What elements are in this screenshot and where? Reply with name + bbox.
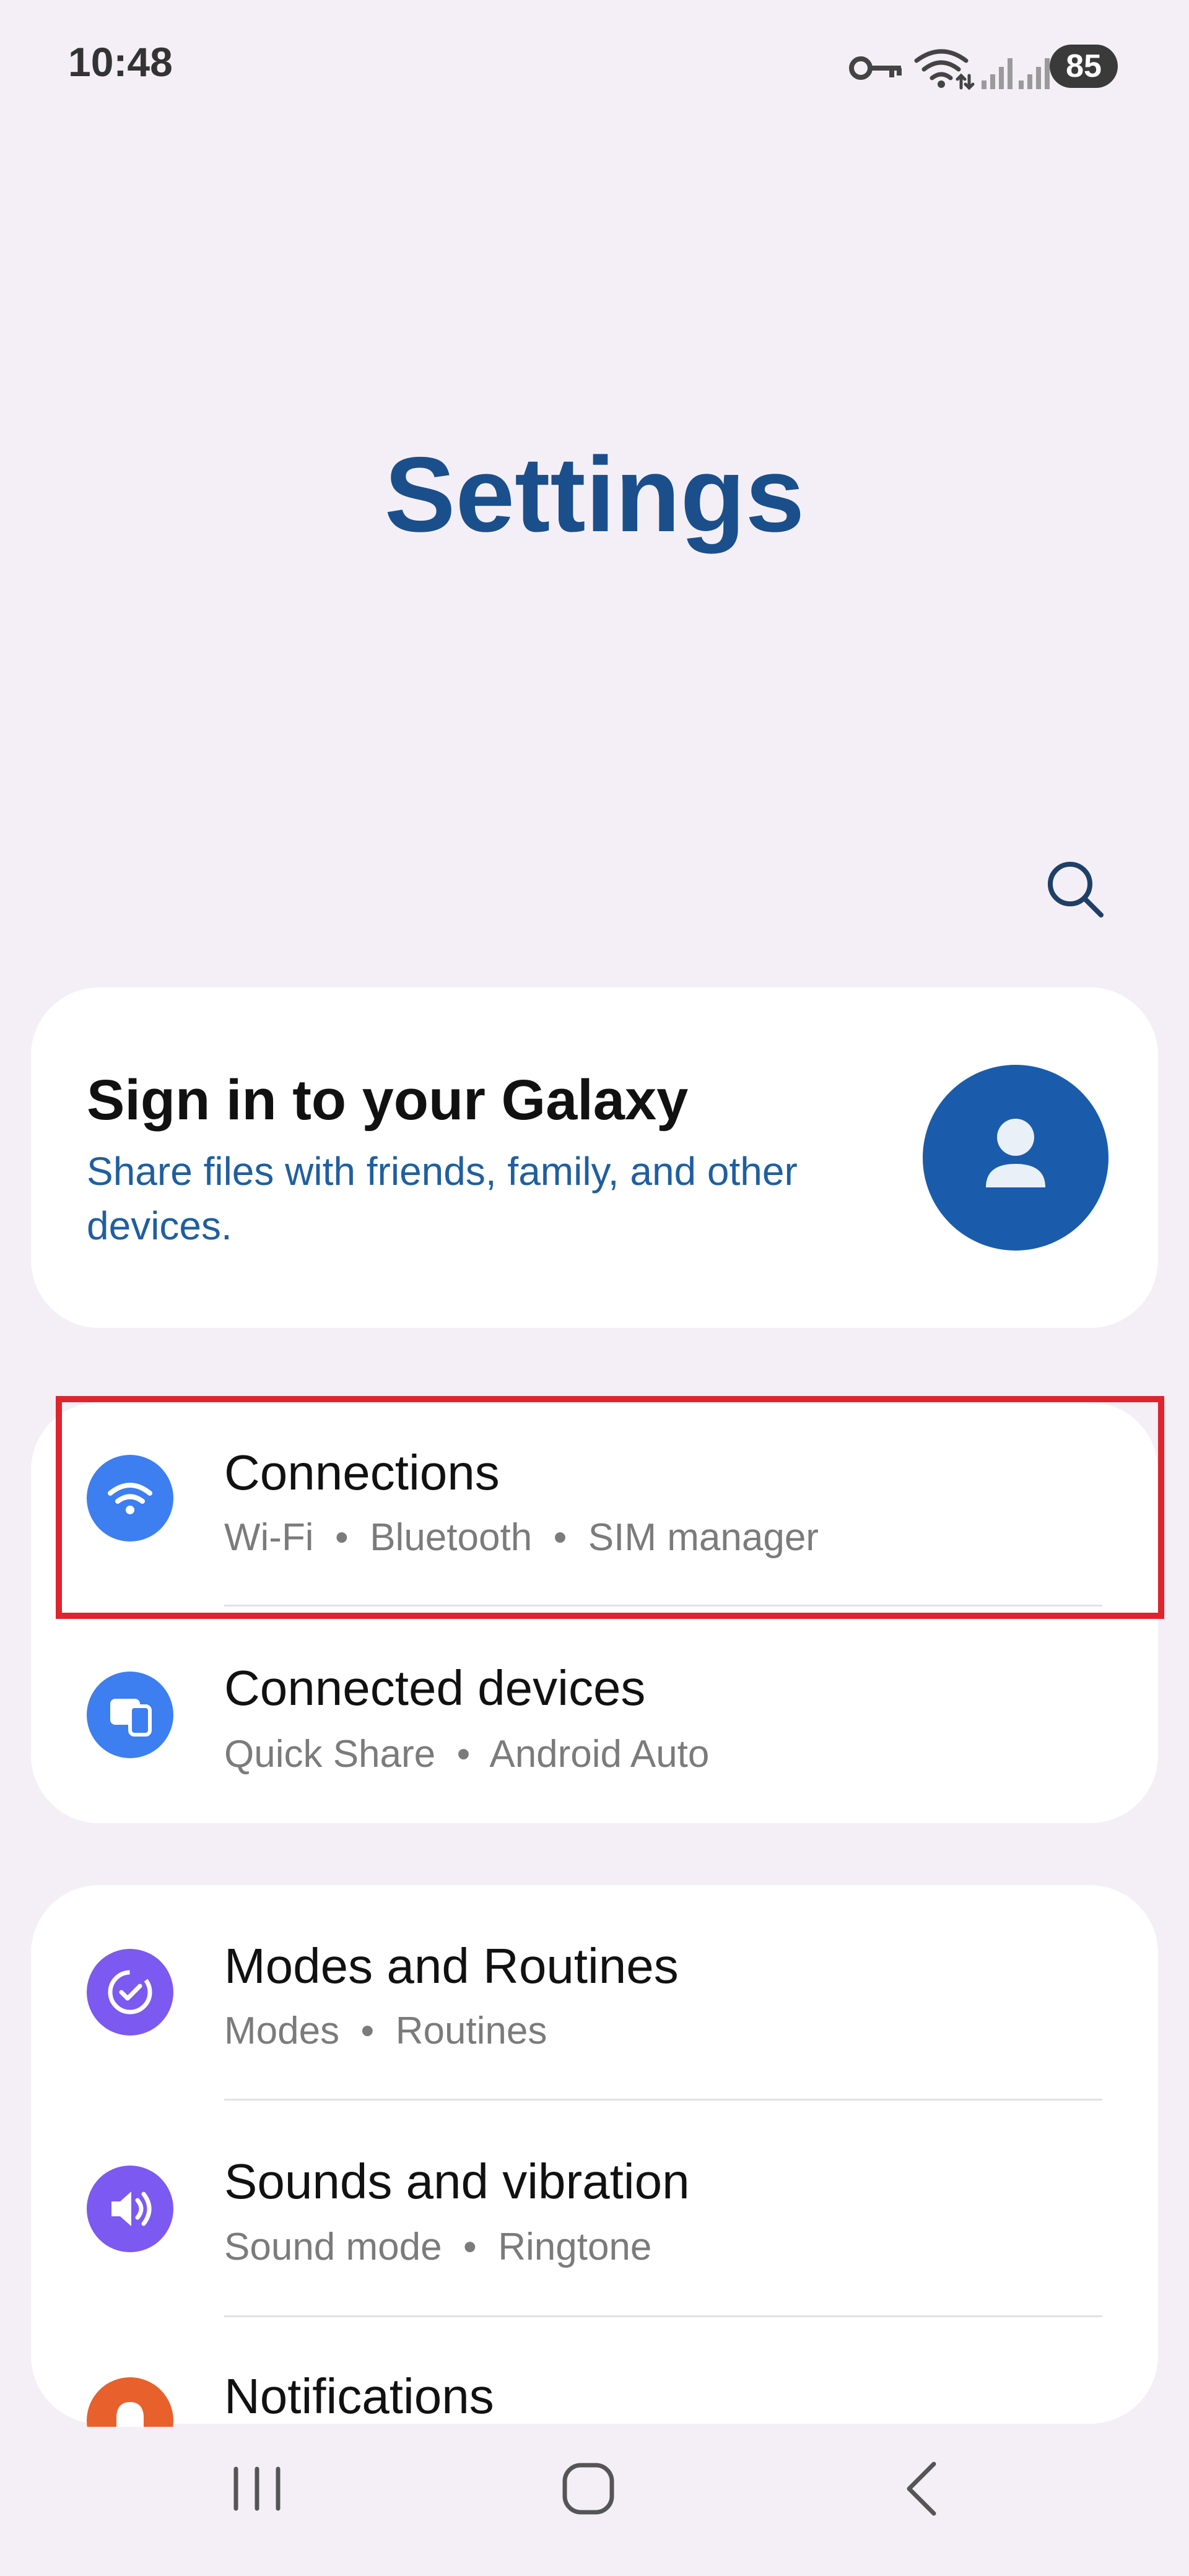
settings-item-subtitle: Quick Share • Android Auto (224, 1733, 710, 1776)
settings-item-notifications[interactable] (31, 2318, 1158, 2424)
account-card-subtitle-line2: devices. (87, 1203, 232, 1248)
status-time: 10:48 (68, 39, 173, 85)
person-icon (986, 1119, 1045, 1187)
volume-icon (111, 2192, 152, 2226)
avatar[interactable] (923, 1065, 1108, 1251)
signal-icon (1019, 58, 1050, 89)
settings-item-title: Connected devices (224, 1660, 646, 1715)
divider (224, 2099, 1102, 2101)
modes-routines-icon (108, 1970, 152, 2014)
settings-item-title: Sounds and vibration (224, 2154, 690, 2209)
settings-item-subtitle: Modes • Routines (224, 2010, 547, 2052)
home-icon[interactable] (551, 2452, 625, 2526)
sounds-icon-circle (87, 2166, 173, 2252)
divider (224, 2315, 1102, 2317)
battery-indicator: 85 (1050, 45, 1118, 88)
settings-item-subtitle: Sound mode • Ringtone (224, 2226, 652, 2268)
recent-apps-icon[interactable] (220, 2452, 294, 2526)
vpn-key-icon (849, 56, 902, 80)
modes-routines-icon-circle (87, 1949, 173, 2036)
navigation-bar (0, 2427, 1189, 2576)
account-card-subtitle: Share files with friends, family, and ot… (87, 1144, 861, 1253)
signal-icon (982, 58, 1013, 89)
settings-item-modes-and-routines[interactable] (31, 1894, 1158, 2099)
back-icon[interactable] (886, 2452, 960, 2526)
account-card-title: Sign in to your Galaxy (87, 1069, 689, 1132)
settings-item-title: Notifications (224, 2369, 494, 2424)
highlight-box (56, 1396, 1164, 1619)
connected-devices-icon-circle (87, 1672, 173, 1758)
search-icon[interactable] (1040, 854, 1108, 922)
page-title: Settings (384, 435, 805, 554)
wifi-icon (914, 49, 975, 90)
settings-item-title: Modes and Routines (224, 1938, 679, 1993)
devices-icon (110, 1699, 152, 1737)
account-card-subtitle-line1: Share files with friends, family, and ot… (87, 1149, 798, 1194)
